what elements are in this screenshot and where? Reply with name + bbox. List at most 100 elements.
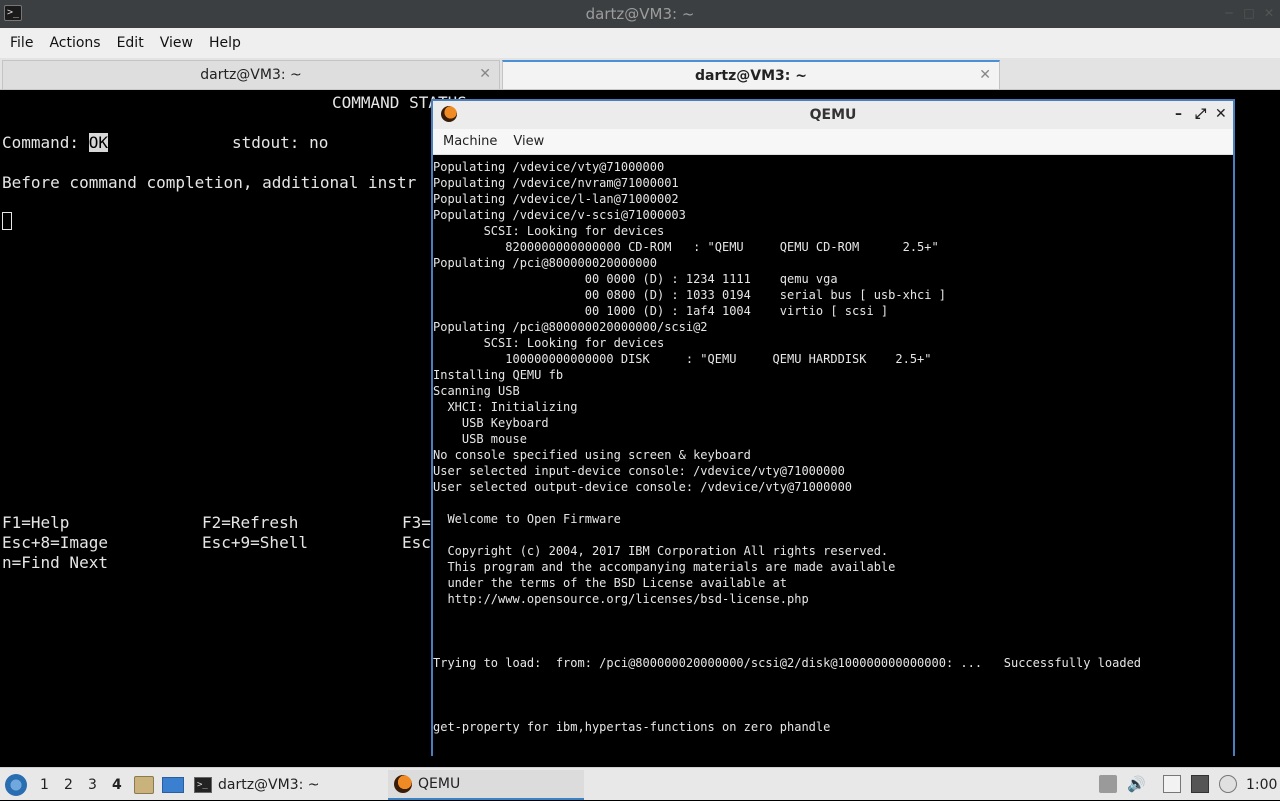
tab-label: dartz@VM3: ~ — [200, 67, 302, 83]
console-line: Installing QEMU fb — [433, 368, 564, 382]
qemu-title: QEMU — [809, 107, 857, 123]
terminal-icon: >_ — [4, 5, 22, 21]
console-line: 00 1000 (D) : 1af4 1004 virtio [ scsi ] — [433, 304, 889, 318]
console-line: Populating /vdevice/v-scsi@71000003 — [433, 208, 686, 222]
maximize-icon[interactable]: ⤢ — [1195, 106, 1206, 122]
console-line: 8200000000000000 CD-ROM : "QEMU QEMU CD-… — [433, 240, 939, 254]
eject-icon[interactable] — [1099, 775, 1117, 793]
task-label: QEMU — [418, 776, 461, 792]
console-line: Populating /vdevice/nvram@71000001 — [433, 176, 679, 190]
clipboard-icon[interactable] — [1163, 775, 1181, 793]
menu-help[interactable]: Help — [201, 35, 249, 51]
desktop-3[interactable]: 3 — [88, 768, 97, 801]
console-line: Populating /vdevice/l-lan@71000002 — [433, 192, 679, 206]
console-line: 100000000000000 DISK : "QEMU QEMU HARDDI… — [433, 352, 932, 366]
close-icon[interactable]: ✕ — [1262, 6, 1276, 20]
console-line: get-property for ibm,hypertas-functions … — [433, 720, 831, 734]
qemu-window[interactable]: QEMU – ⤢ ✕ Machine View Populating /vdev… — [431, 99, 1235, 756]
console-line: Welcome to Open Firmware — [433, 512, 621, 526]
key-find-next: n=Find Next — [2, 553, 108, 572]
menubar: File Actions Edit View Help — [0, 28, 1280, 58]
console-line: User selected output-device console: /vd… — [433, 480, 853, 494]
key-f3: F3= — [402, 513, 431, 532]
window-titlebar: >_ dartz@VM3: ~ ─ □ ✕ — [0, 0, 1280, 28]
menu-file[interactable]: File — [2, 35, 41, 51]
taskbar: 1 2 3 4 >_ dartz@VM3: ~ QEMU 🔊 1:00 — [0, 767, 1280, 800]
close-tab-icon[interactable]: ✕ — [479, 66, 491, 82]
console-line: Copyright (c) 2004, 2017 IBM Corporation… — [433, 544, 889, 558]
console-line: Populating /pci@800000020000000 — [433, 256, 657, 270]
desktop-2[interactable]: 2 — [64, 768, 73, 801]
menu-actions[interactable]: Actions — [41, 35, 108, 51]
console-line: SCSI: Looking for devices — [433, 336, 665, 350]
console-line: http://www.opensource.org/licenses/bsd-l… — [433, 592, 809, 606]
console-line: XHCI: Initializing — [433, 400, 578, 414]
key-refresh: F2=Refresh — [202, 513, 299, 532]
window-title: dartz@VM3: ~ — [585, 5, 695, 23]
key-image: Esc+8=Image — [2, 533, 108, 552]
qemu-menu-view[interactable]: View — [505, 134, 552, 149]
task-terminal[interactable]: >_ dartz@VM3: ~ — [188, 770, 384, 800]
file-manager-icon — [134, 775, 154, 794]
console-line: SCSI: Looking for devices — [433, 224, 665, 238]
qemu-menubar: Machine View — [433, 129, 1233, 155]
qemu-icon — [394, 775, 412, 793]
command-status-value: OK — [88, 133, 108, 152]
menu-view[interactable]: View — [152, 35, 201, 51]
power-icon[interactable] — [1219, 775, 1237, 793]
qemu-titlebar: QEMU – ⤢ ✕ — [433, 101, 1233, 129]
start-menu-button[interactable] — [5, 768, 27, 801]
task-label: dartz@VM3: ~ — [218, 777, 320, 793]
console-line: Trying to load: from: /pci@8000000200000… — [433, 656, 1142, 670]
start-menu-icon — [5, 773, 27, 796]
desktop-1[interactable]: 1 — [40, 768, 49, 801]
volume-icon[interactable]: 🔊 — [1127, 775, 1146, 793]
tab-label: dartz@VM3: ~ — [695, 67, 807, 84]
qemu-menu-machine[interactable]: Machine — [435, 134, 505, 149]
key-shell: Esc+9=Shell — [202, 533, 308, 552]
close-tab-icon[interactable]: ✕ — [979, 67, 991, 83]
minimize-icon[interactable]: – — [1175, 106, 1182, 122]
clock[interactable]: 1:00 — [1246, 768, 1277, 801]
minimize-icon[interactable]: ─ — [1222, 6, 1236, 20]
network-icon[interactable] — [1191, 775, 1209, 793]
file-manager-button[interactable] — [134, 768, 154, 801]
terminal-cursor — [2, 212, 12, 230]
console-line: under the terms of the BSD License avail… — [433, 576, 788, 590]
desktop-icon — [162, 776, 184, 793]
desktop-4[interactable]: 4 — [112, 768, 122, 801]
console-line: USB mouse — [433, 432, 527, 446]
task-qemu[interactable]: QEMU — [388, 770, 584, 800]
console-line: Scanning USB — [433, 384, 520, 398]
key-help: F1=Help — [2, 513, 70, 532]
tab-bar: dartz@VM3: ~ ✕ dartz@VM3: ~ ✕ — [0, 58, 1280, 90]
console-line: Populating /vdevice/vty@71000000 — [433, 160, 665, 174]
stdout-status: stdout: no — [232, 133, 329, 152]
tab-terminal-2[interactable]: dartz@VM3: ~ ✕ — [502, 60, 1000, 89]
console-line: 00 0800 (D) : 1033 0194 serial bus [ usb… — [433, 288, 946, 302]
completion-message: Before command completion, additional in… — [2, 173, 417, 192]
command-label: Command: — [2, 133, 89, 152]
console-line: USB Keyboard — [433, 416, 549, 430]
console-line: This program and the accompanying materi… — [433, 560, 896, 574]
console-line: 00 0000 (D) : 1234 1111 qemu vga — [433, 272, 838, 286]
close-icon[interactable]: ✕ — [1215, 106, 1227, 122]
key-esc: Esc — [402, 533, 431, 552]
qemu-console[interactable]: Populating /vdevice/vty@71000000 Populati… — [433, 156, 1233, 756]
maximize-icon[interactable]: □ — [1242, 6, 1256, 20]
console-line: No console specified using screen & keyb… — [433, 448, 751, 462]
tab-terminal-1[interactable]: dartz@VM3: ~ ✕ — [2, 60, 500, 89]
qemu-icon — [441, 106, 457, 122]
command-line: Command: OK — [2, 133, 108, 152]
menu-edit[interactable]: Edit — [109, 35, 152, 51]
console-line: Populating /pci@800000020000000/scsi@2 — [433, 320, 708, 334]
show-desktop-button[interactable] — [162, 768, 184, 801]
